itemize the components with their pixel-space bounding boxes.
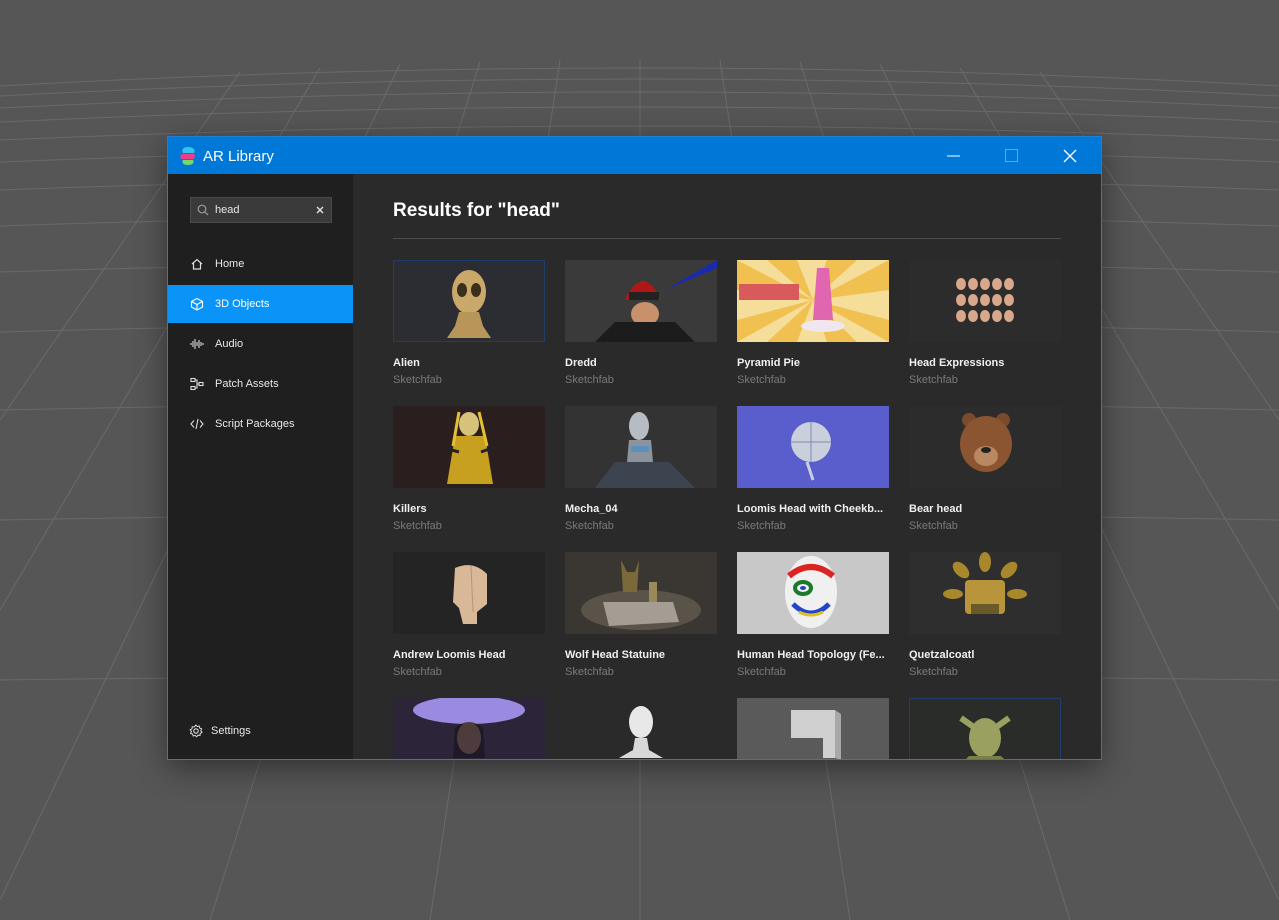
card-title: Human Head Topology (Fe... [737,649,885,661]
result-card-wolf-head-statuine[interactable]: Wolf Head Statuine Sketchfab [565,552,717,692]
result-card-andrew-loomis-head[interactable]: Andrew Loomis Head Sketchfab [393,552,545,692]
thumbnail-quetzalcoatl [909,552,1061,634]
card-title: Pyramid Pie [737,357,800,369]
card-source: Sketchfab [737,666,786,678]
thumbnail-head-expressions [909,260,1061,342]
thumbnail-dredd [565,260,717,342]
thumbnail-wolf-head-statuine [565,552,717,634]
result-card-row4-1[interactable] [393,698,545,759]
result-card-pyramid-pie[interactable]: Pyramid Pie Sketchfab [737,260,889,400]
thumbnail-row4-2 [565,698,717,759]
spark-ar-logo-icon [180,147,196,165]
minimize-button[interactable] [925,137,983,174]
card-title: Loomis Head with Cheekb... [737,503,884,515]
result-card-row4-4[interactable] [909,698,1061,759]
clear-icon [316,206,324,214]
ar-library-window: AR Library Home [168,137,1101,759]
sidebar-item-3d-objects[interactable]: 3D Objects [168,285,353,323]
results-panel: Results for "head" Alien Sketchfab Dredd… [353,174,1101,759]
result-card-row4-2[interactable] [565,698,717,759]
thumbnail-row4-3 [737,698,889,759]
result-card-bear-head[interactable]: Bear head Sketchfab [909,406,1061,546]
sidebar-item-patch-assets[interactable]: Patch Assets [168,365,353,403]
cube-icon [190,297,204,311]
sidebar-item-label: Audio [215,338,244,350]
card-source: Sketchfab [393,666,442,678]
window-title: AR Library [203,148,274,165]
thumbnail-row4-1 [393,698,545,759]
card-source: Sketchfab [565,520,614,532]
title-bar[interactable]: AR Library [168,137,1101,174]
result-card-row4-3[interactable] [737,698,889,759]
home-icon [191,258,203,270]
patch-nodes-icon [190,377,204,391]
card-source: Sketchfab [737,520,786,532]
gear-icon [189,724,203,738]
card-title: Mecha_04 [565,503,618,515]
divider [393,238,1061,239]
thumbnail-row4-4 [909,698,1061,759]
card-title: Dredd [565,357,597,369]
clear-search-button[interactable] [315,203,327,217]
close-button[interactable] [1041,137,1099,174]
minimize-icon [947,155,960,157]
settings-label: Settings [211,725,251,737]
sidebar-item-home[interactable]: Home [168,245,353,283]
card-title: Alien [393,357,420,369]
sidebar-item-label: Patch Assets [215,378,279,390]
card-source: Sketchfab [565,666,614,678]
result-card-killers[interactable]: Killers Sketchfab [393,406,545,546]
thumbnail-andrew-loomis-head [393,552,545,634]
result-card-quetzalcoatl[interactable]: Quetzalcoatl Sketchfab [909,552,1061,692]
result-card-loomis-head-cheekbones[interactable]: Loomis Head with Cheekb... Sketchfab [737,406,889,546]
result-card-head-expressions[interactable]: Head Expressions Sketchfab [909,260,1061,400]
maximize-button[interactable] [983,137,1041,174]
card-title: Wolf Head Statuine [565,649,666,661]
card-title: Bear head [909,503,963,515]
search-icon [197,204,209,216]
thumbnail-mecha-04 [565,406,717,488]
result-card-human-head-topology[interactable]: Human Head Topology (Fe... Sketchfab [737,552,889,692]
card-source: Sketchfab [737,374,786,386]
thumbnail-loomis-head-cheekbones [737,406,889,488]
card-title: Head Expressions [909,357,1005,369]
card-title: Quetzalcoatl [909,649,975,661]
sidebar-item-label: 3D Objects [215,298,270,310]
thumbnail-human-head-topology [737,552,889,634]
search-box [190,197,332,223]
result-card-mecha-04[interactable]: Mecha_04 Sketchfab [565,406,717,546]
settings-button[interactable]: Settings [168,715,353,747]
close-icon [1063,149,1077,163]
card-title: Killers [393,503,427,515]
audio-wave-icon [190,339,204,349]
thumbnail-bear-head [909,406,1061,488]
code-icon [190,418,204,430]
result-card-dredd[interactable]: Dredd Sketchfab [565,260,717,400]
search-input[interactable] [215,201,311,219]
card-source: Sketchfab [565,374,614,386]
card-source: Sketchfab [909,666,958,678]
sidebar: Home 3D Objects Audio [168,174,353,759]
sidebar-item-audio[interactable]: Audio [168,325,353,363]
thumbnail-alien [393,260,545,342]
sidebar-item-label: Script Packages [215,418,295,430]
sidebar-item-script-packages[interactable]: Script Packages [168,405,353,443]
sidebar-item-label: Home [215,258,245,270]
result-card-alien[interactable]: Alien Sketchfab [393,260,545,400]
page-title: Results for "head" [393,200,560,221]
thumbnail-killers [393,406,545,488]
card-source: Sketchfab [909,374,958,386]
maximize-icon [1005,149,1018,162]
card-source: Sketchfab [393,374,442,386]
card-source: Sketchfab [393,520,442,532]
card-title: Andrew Loomis Head [393,649,506,661]
thumbnail-pyramid-pie [737,260,889,342]
card-source: Sketchfab [909,520,958,532]
